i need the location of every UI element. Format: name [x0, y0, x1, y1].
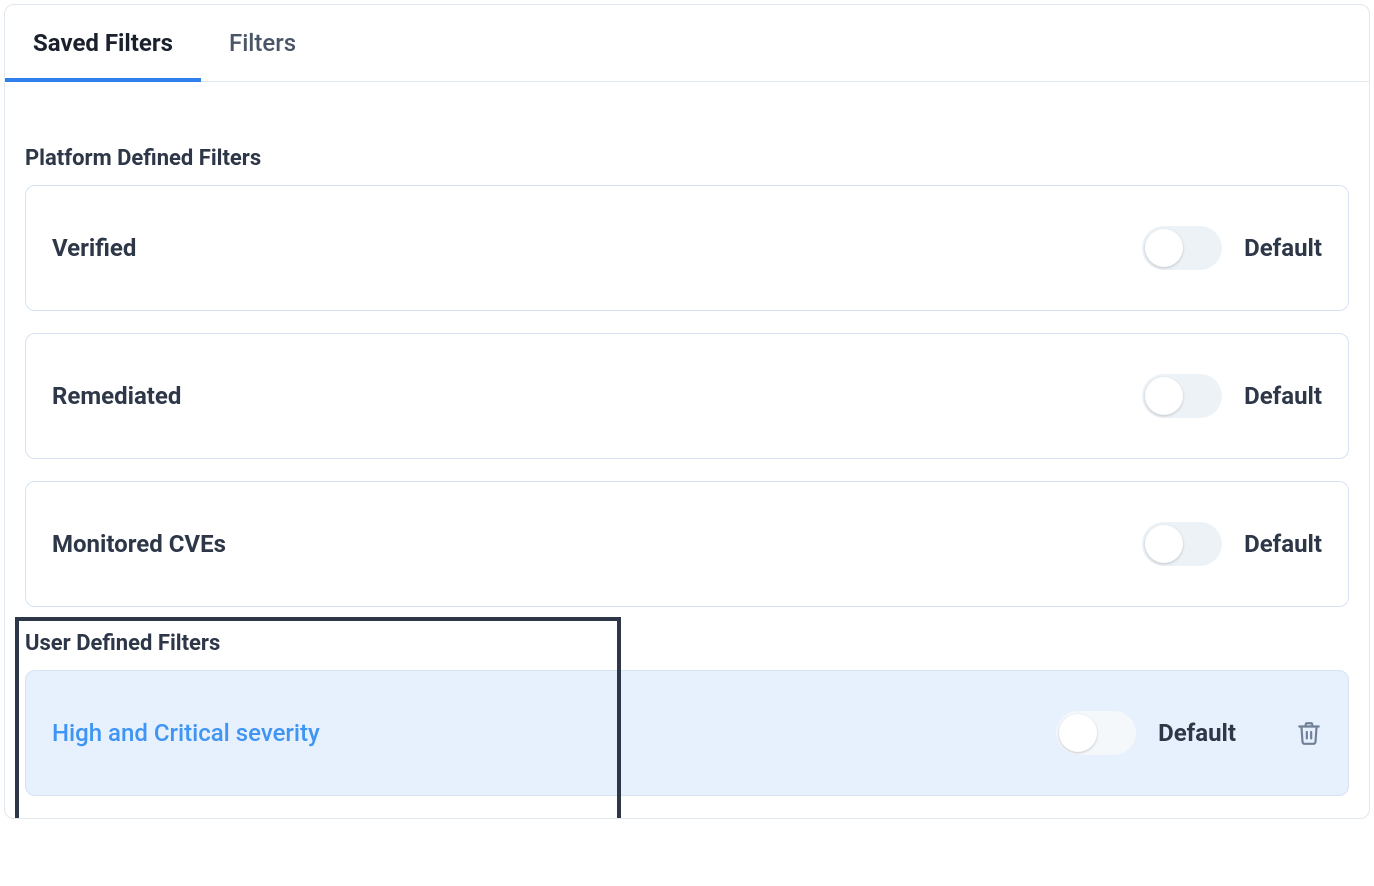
filter-row-verified[interactable]: Verified Default — [25, 185, 1349, 311]
toggle-knob — [1145, 229, 1183, 267]
toggle-knob — [1145, 377, 1183, 415]
trash-icon[interactable] — [1296, 720, 1322, 746]
filter-controls: Default — [1142, 374, 1322, 418]
user-defined-heading: User Defined Filters — [25, 631, 1349, 656]
filter-row-remediated[interactable]: Remediated Default — [25, 333, 1349, 459]
default-label: Default — [1158, 719, 1236, 747]
tab-filters[interactable]: Filters — [201, 5, 324, 81]
platform-defined-heading: Platform Defined Filters — [25, 146, 1349, 171]
default-label: Default — [1244, 382, 1322, 410]
filter-name-label: Remediated — [52, 382, 181, 410]
toggle-knob — [1145, 525, 1183, 563]
tabs-bar: Saved Filters Filters — [5, 5, 1369, 82]
default-toggle[interactable] — [1142, 374, 1222, 418]
default-toggle[interactable] — [1142, 522, 1222, 566]
filter-name-label: Verified — [52, 234, 136, 262]
user-defined-section: User Defined Filters High and Critical s… — [25, 631, 1349, 796]
filter-name-label: Monitored CVEs — [52, 530, 226, 558]
toggle-knob — [1059, 714, 1097, 752]
default-toggle[interactable] — [1056, 711, 1136, 755]
filter-controls: Default — [1142, 522, 1322, 566]
default-label: Default — [1244, 530, 1322, 558]
filter-row-monitored-cves[interactable]: Monitored CVEs Default — [25, 481, 1349, 607]
default-toggle[interactable] — [1142, 226, 1222, 270]
content-area: Platform Defined Filters Verified Defaul… — [5, 82, 1369, 796]
tab-saved-filters[interactable]: Saved Filters — [5, 5, 201, 81]
filter-controls: Default — [1056, 711, 1322, 755]
filter-name-link[interactable]: High and Critical severity — [52, 719, 320, 747]
filters-panel: Saved Filters Filters Platform Defined F… — [4, 4, 1370, 819]
filter-row-high-critical[interactable]: High and Critical severity Default — [25, 670, 1349, 796]
filter-controls: Default — [1142, 226, 1322, 270]
default-label: Default — [1244, 234, 1322, 262]
